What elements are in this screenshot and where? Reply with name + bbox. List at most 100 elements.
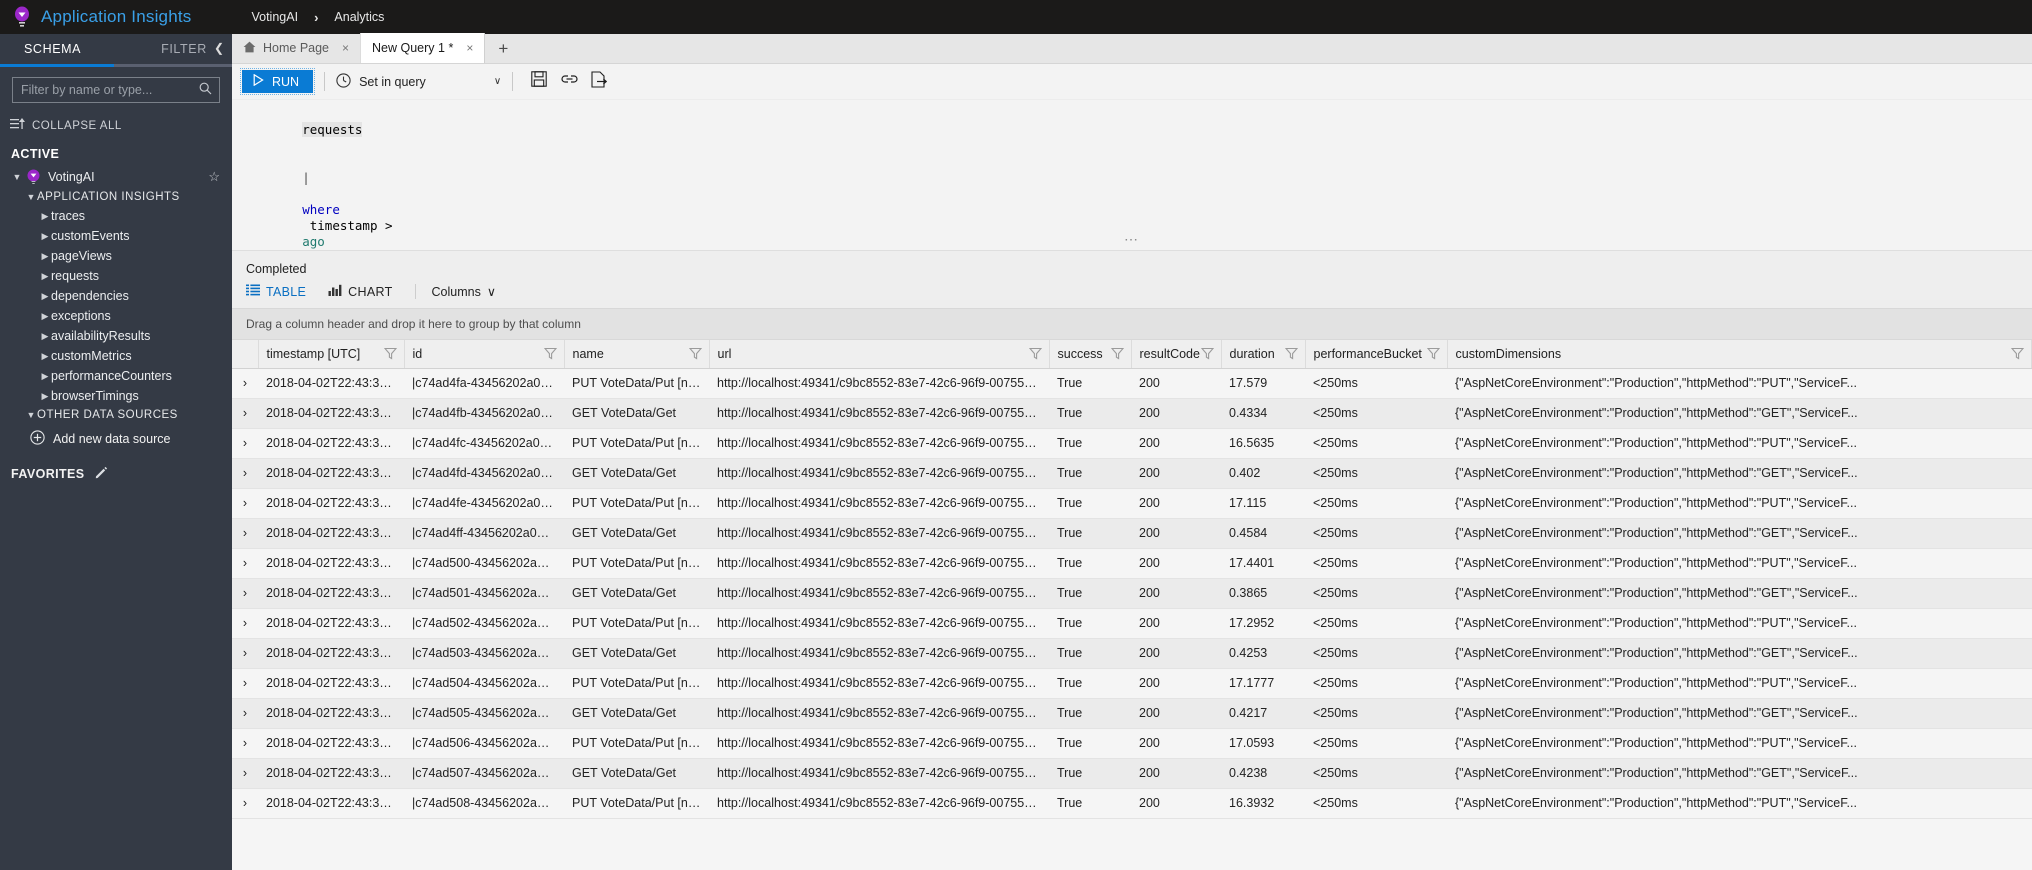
column-header-customdimensions[interactable]: customDimensions	[1447, 340, 2032, 369]
close-icon[interactable]: ×	[466, 41, 473, 55]
search-input[interactable]	[13, 83, 199, 97]
export-icon[interactable]	[584, 70, 614, 93]
table-row[interactable]: › 2018-04-02T22:43:30.209 |c74ad4fc-434562…	[232, 428, 2032, 459]
chevron-right-icon[interactable]: ▶	[39, 311, 51, 322]
favorite-star-icon[interactable]: ☆	[208, 169, 220, 185]
new-tab-button[interactable]: +	[485, 35, 521, 63]
row-expander-icon[interactable]: ›	[232, 518, 258, 549]
table-row[interactable]: › 2018-04-02T22:43:31.399 |c74ad503-434562…	[232, 638, 2032, 669]
chevron-right-icon[interactable]: ▶	[39, 371, 51, 382]
sidebar-item-traces[interactable]: ▶ traces	[0, 206, 232, 226]
sidebar-item-pageviews[interactable]: ▶ pageViews	[0, 246, 232, 266]
tab-chart-view[interactable]: CHART	[328, 284, 414, 299]
table-row[interactable]: › 2018-04-02T22:43:30.004 |c74ad4fa-434562…	[232, 368, 2032, 399]
row-expander-icon[interactable]: ›	[232, 548, 258, 579]
chevron-down-icon[interactable]: ▼	[25, 192, 37, 202]
column-header-success[interactable]: success	[1049, 340, 1132, 369]
table-row[interactable]: › 2018-04-02T22:43:31.895 |c74ad508-434562…	[232, 788, 2032, 819]
column-header-timestamputc[interactable]: timestamp [UTC]	[258, 340, 405, 369]
chevron-down-icon[interactable]: ▼	[25, 410, 37, 420]
row-expander-icon[interactable]: ›	[232, 368, 258, 399]
filter-funnel-icon[interactable]	[543, 347, 557, 363]
filter-funnel-icon[interactable]	[1426, 347, 1440, 363]
tab-table-view[interactable]: TABLE	[246, 284, 328, 299]
collapse-sidebar-icon[interactable]: ❮	[214, 41, 224, 55]
editor-resize-handle[interactable]: ⋯	[232, 231, 2032, 248]
sidebar-item-requests[interactable]: ▶ requests	[0, 266, 232, 286]
row-expander-icon[interactable]: ›	[232, 428, 258, 459]
sidebar-item-customevents[interactable]: ▶ customEvents	[0, 226, 232, 246]
table-row[interactable]: › 2018-04-02T22:43:31.064 |c74ad4ff-434562…	[232, 518, 2032, 549]
save-icon[interactable]	[524, 71, 554, 92]
row-expander-icon[interactable]: ›	[232, 668, 258, 699]
row-expander-icon[interactable]: ›	[232, 488, 258, 519]
column-header-performancebucket[interactable]: performanceBucket	[1305, 340, 1448, 369]
tab-filter[interactable]: FILTER	[151, 42, 217, 56]
sidebar-item-custommetrics[interactable]: ▶ customMetrics	[0, 346, 232, 366]
columns-button[interactable]: Columns ∨	[432, 284, 496, 300]
filter-funnel-icon[interactable]	[688, 347, 702, 363]
table-row[interactable]: › 2018-04-02T22:43:31.725 |c74ad506-434562…	[232, 728, 2032, 759]
tab-home-page[interactable]: Home Page ×	[232, 33, 362, 63]
table-row[interactable]: › 2018-04-02T22:43:31.197 |c74ad500-434562…	[232, 548, 2032, 579]
row-expander-icon[interactable]: ›	[232, 458, 258, 489]
chevron-right-icon[interactable]: ▶	[39, 211, 51, 222]
close-icon[interactable]: ×	[342, 41, 349, 55]
sidebar-item-dependencies[interactable]: ▶ dependencies	[0, 286, 232, 306]
query-line-1[interactable]: requests	[232, 106, 2032, 154]
collapse-all-button[interactable]: COLLAPSE ALL	[0, 109, 232, 142]
add-data-source-button[interactable]: Add new data source	[0, 424, 232, 454]
filter-funnel-icon[interactable]	[1028, 347, 1042, 363]
tree-group-application-insights[interactable]: ▼ APPLICATION INSIGHTS	[0, 188, 232, 206]
column-header-duration[interactable]: duration	[1221, 340, 1306, 369]
table-row[interactable]: › 2018-04-02T22:43:31.038 |c74ad4fe-434562…	[232, 488, 2032, 519]
time-range-picker[interactable]: Set in query ∨	[336, 72, 501, 91]
run-button[interactable]: RUN	[239, 68, 316, 95]
chevron-right-icon[interactable]: ▶	[39, 291, 51, 302]
table-row[interactable]: › 2018-04-02T22:43:31.566 |c74ad505-434562…	[232, 698, 2032, 729]
sidebar-item-performancecounters[interactable]: ▶ performanceCounters	[0, 366, 232, 386]
column-header-resultcode[interactable]: resultCode	[1131, 340, 1222, 369]
filter-funnel-icon[interactable]	[1200, 347, 1214, 363]
tab-schema[interactable]: SCHEMA	[14, 42, 91, 56]
breadcrumb-item-analytics[interactable]: Analytics	[334, 10, 384, 24]
table-row[interactable]: › 2018-04-02T22:43:31.221 |c74ad501-434562…	[232, 578, 2032, 609]
schema-filter-box[interactable]	[12, 77, 220, 103]
row-expander-icon[interactable]: ›	[232, 728, 258, 759]
results-grid-wrap[interactable]: timestamp [UTC] id name url success resultCod…	[232, 340, 2032, 870]
breadcrumb-item-app[interactable]: VotingAI	[251, 10, 298, 24]
edit-pencil-icon[interactable]	[95, 466, 108, 482]
table-row[interactable]: › 2018-04-02T22:43:31.375 |c74ad502-434562…	[232, 608, 2032, 639]
link-icon[interactable]	[554, 72, 584, 91]
chevron-right-icon[interactable]: ▶	[39, 271, 51, 282]
table-row[interactable]: › 2018-04-02T22:43:31.541 |c74ad504-434562…	[232, 668, 2032, 699]
group-by-dropzone[interactable]: Drag a column header and drop it here to…	[232, 308, 2032, 340]
chevron-right-icon[interactable]: ▶	[39, 331, 51, 342]
column-header-id[interactable]: id	[404, 340, 565, 369]
filter-funnel-icon[interactable]	[1110, 347, 1124, 363]
chevron-right-icon[interactable]: ▶	[39, 251, 51, 262]
sidebar-item-availabilityresults[interactable]: ▶ availabilityResults	[0, 326, 232, 346]
filter-funnel-icon[interactable]	[383, 347, 397, 363]
chevron-right-icon[interactable]: ▶	[39, 231, 51, 242]
row-expander-icon[interactable]: ›	[232, 398, 258, 429]
sidebar-item-exceptions[interactable]: ▶ exceptions	[0, 306, 232, 326]
tree-node-votingai[interactable]: ▼ VotingAI ☆	[0, 166, 232, 188]
row-expander-icon[interactable]: ›	[232, 608, 258, 639]
filter-funnel-icon[interactable]	[2010, 347, 2025, 363]
chevron-down-icon[interactable]: ∨	[494, 76, 501, 87]
row-expander-icon[interactable]: ›	[232, 698, 258, 729]
column-header-name[interactable]: name	[564, 340, 710, 369]
row-expander-icon[interactable]: ›	[232, 578, 258, 609]
tab-new-query-1[interactable]: New Query 1 * ×	[361, 33, 486, 63]
row-expander-icon[interactable]: ›	[232, 638, 258, 669]
chevron-down-icon[interactable]: ▼	[11, 172, 23, 182]
row-expander-icon[interactable]: ›	[232, 788, 258, 819]
query-editor[interactable]: requests | where timestamp > ago (1h) ⋯	[232, 100, 2032, 250]
sidebar-item-browsertimings[interactable]: ▶ browserTimings	[0, 386, 232, 406]
chevron-right-icon[interactable]: ▶	[39, 351, 51, 362]
column-header-url[interactable]: url	[709, 340, 1050, 369]
table-row[interactable]: › 2018-04-02T22:43:30.233 |c74ad4fd-434562…	[232, 458, 2032, 489]
filter-funnel-icon[interactable]	[1284, 347, 1298, 363]
row-expander-icon[interactable]: ›	[232, 758, 258, 789]
